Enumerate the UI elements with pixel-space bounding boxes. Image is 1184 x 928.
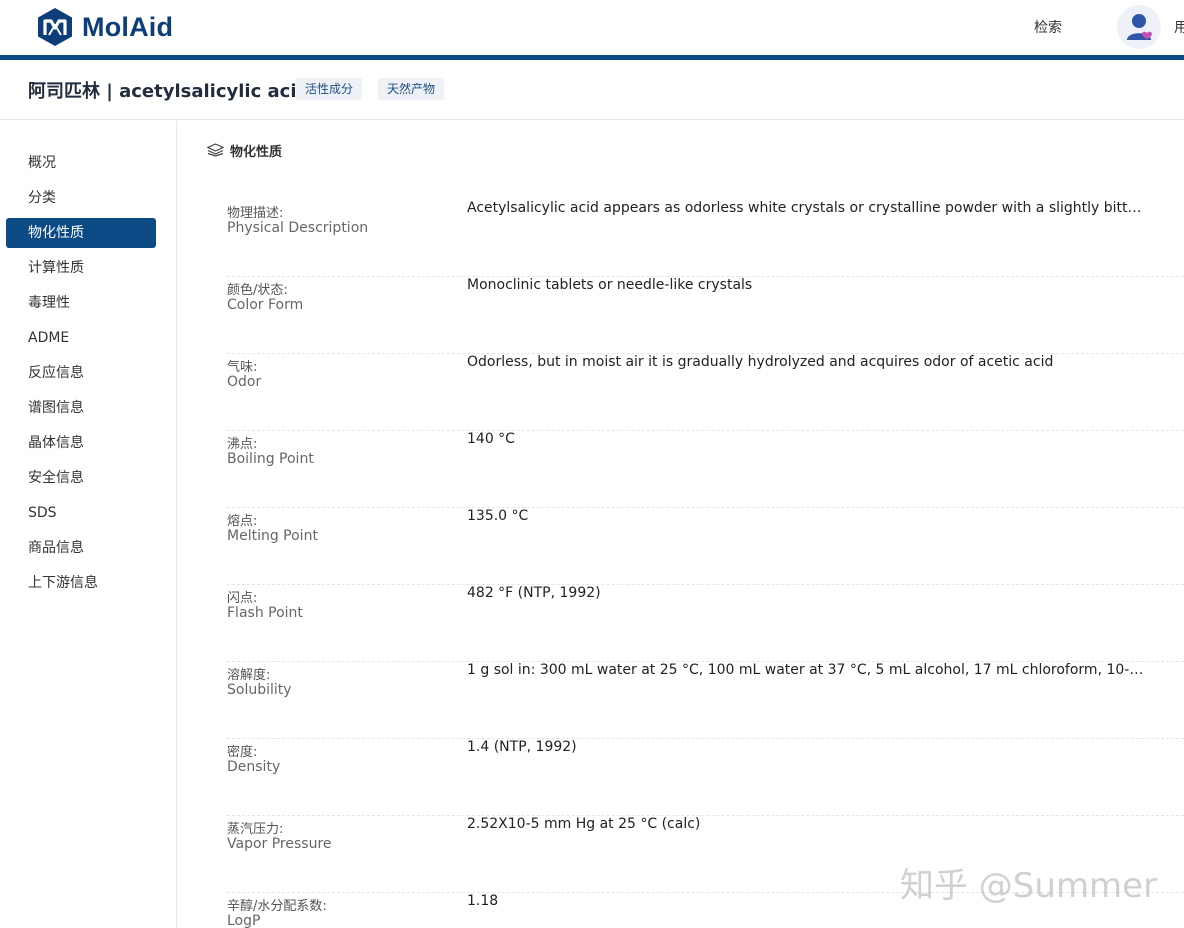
- sidebar-item-products[interactable]: 商品信息: [6, 533, 156, 563]
- property-value: 135.0 °C: [467, 508, 529, 524]
- property-label-zh: 颜色/状态:: [227, 283, 288, 298]
- property-label-en: Flash Point: [227, 605, 303, 621]
- user-avatar-icon: [1127, 14, 1152, 40]
- property-row-odor: 气味: Odor Odorless, but in moist air it i…: [227, 354, 1184, 431]
- property-row-solubility: 溶解度: Solubility 1 g sol in: 300 mL water…: [227, 662, 1184, 739]
- property-label-en: Melting Point: [227, 528, 318, 544]
- property-label-en: Physical Description: [227, 220, 369, 236]
- user-avatar[interactable]: [1117, 5, 1161, 49]
- sidebar-item-overview[interactable]: 概况: [6, 148, 156, 178]
- sidebar-item-adme[interactable]: ADME: [6, 323, 156, 353]
- zhihu-watermark: 知乎 @Summer: [900, 866, 1158, 906]
- property-value: 1 g sol in: 300 mL water at 25 °C, 100 m…: [467, 662, 1147, 678]
- property-label-zh: 物理描述:: [227, 206, 284, 221]
- tag-active-ingredient[interactable]: 活性成分: [296, 78, 363, 100]
- property-label-zh: 沸点:: [227, 437, 258, 452]
- property-label-en: LogP: [227, 913, 261, 928]
- property-value: Acetylsalicylic acid appears as odorless…: [467, 200, 1147, 216]
- property-value: 482 °F (NTP, 1992): [467, 585, 601, 601]
- sidebar-item-safety[interactable]: 安全信息: [6, 463, 156, 493]
- property-value: 1.4 (NTP, 1992): [467, 739, 577, 755]
- section-title: 物化性质: [230, 144, 283, 160]
- property-label-en: Vapor Pressure: [227, 836, 332, 852]
- property-row-boiling-point: 沸点: Boiling Point 140 °C: [227, 431, 1184, 508]
- nav-search-link[interactable]: 检索: [1034, 17, 1062, 37]
- property-label-en: Color Form: [227, 297, 304, 313]
- sidebar-item-crystal[interactable]: 晶体信息: [6, 428, 156, 458]
- molaid-logo-icon: [38, 8, 72, 46]
- property-label-zh: 蒸汽压力:: [227, 822, 284, 837]
- property-label-en: Density: [227, 759, 281, 775]
- compound-title-bar: 阿司匹林 | acetylsalicylic acid 活性成分 天然产物: [0, 60, 1184, 120]
- property-label-zh: 辛醇/水分配系数:: [227, 899, 327, 914]
- page-title: 阿司匹林 | acetylsalicylic acid: [28, 81, 310, 102]
- sidebar-item-classification[interactable]: 分类: [6, 183, 156, 213]
- sidebar-item-sds[interactable]: SDS: [6, 498, 156, 528]
- sidebar-nav: 概况 分类 物化性质 计算性质 毒理性 ADME 反应信息 谱图信息 晶体信息 …: [0, 121, 177, 928]
- property-value: Monoclinic tablets or needle-like crysta…: [467, 277, 753, 293]
- property-label-zh: 溶解度:: [227, 668, 271, 683]
- brand-name: MolAid: [82, 11, 174, 42]
- tag-natural-product[interactable]: 天然产物: [378, 78, 445, 100]
- user-menu-label[interactable]: 用: [1174, 17, 1184, 37]
- property-value: 2.52X10-5 mm Hg at 25 °C (calc): [467, 816, 701, 832]
- property-row-color-form: 颜色/状态: Color Form Monoclinic tablets or …: [227, 277, 1184, 354]
- property-label-zh: 密度:: [227, 745, 258, 760]
- molaid-logo[interactable]: MolAid: [36, 6, 173, 48]
- sidebar-item-reactions[interactable]: 反应信息: [6, 358, 156, 388]
- property-label-zh: 熔点:: [227, 514, 258, 529]
- sidebar-item-spectra[interactable]: 谱图信息: [6, 393, 156, 423]
- property-row-physical-description: 物理描述: Physical Description Acetylsalicyl…: [227, 200, 1184, 277]
- property-label-en: Solubility: [227, 682, 292, 698]
- property-row-melting-point: 熔点: Melting Point 135.0 °C: [227, 508, 1184, 585]
- property-label-zh: 闪点:: [227, 591, 258, 606]
- property-label-en: Boiling Point: [227, 451, 314, 467]
- layers-icon: [207, 143, 224, 157]
- top-navbar: MolAid 检索 用: [0, 0, 1184, 55]
- sidebar-item-physicochemical[interactable]: 物化性质: [6, 218, 156, 248]
- property-value: 140 °C: [467, 431, 515, 447]
- property-row-density: 密度: Density 1.4 (NTP, 1992): [227, 739, 1184, 816]
- property-value: Odorless, but in moist air it is gradual…: [467, 354, 1054, 370]
- property-row-flash-point: 闪点: Flash Point 482 °F (NTP, 1992): [227, 585, 1184, 662]
- property-label-zh: 气味:: [227, 360, 258, 375]
- sidebar-item-upstream-downstream[interactable]: 上下游信息: [6, 568, 156, 598]
- property-label-en: Odor: [227, 374, 262, 390]
- sidebar-item-toxicity[interactable]: 毒理性: [6, 288, 156, 318]
- section-header: 物化性质: [207, 140, 282, 160]
- sidebar-item-computed-properties[interactable]: 计算性质: [6, 253, 156, 283]
